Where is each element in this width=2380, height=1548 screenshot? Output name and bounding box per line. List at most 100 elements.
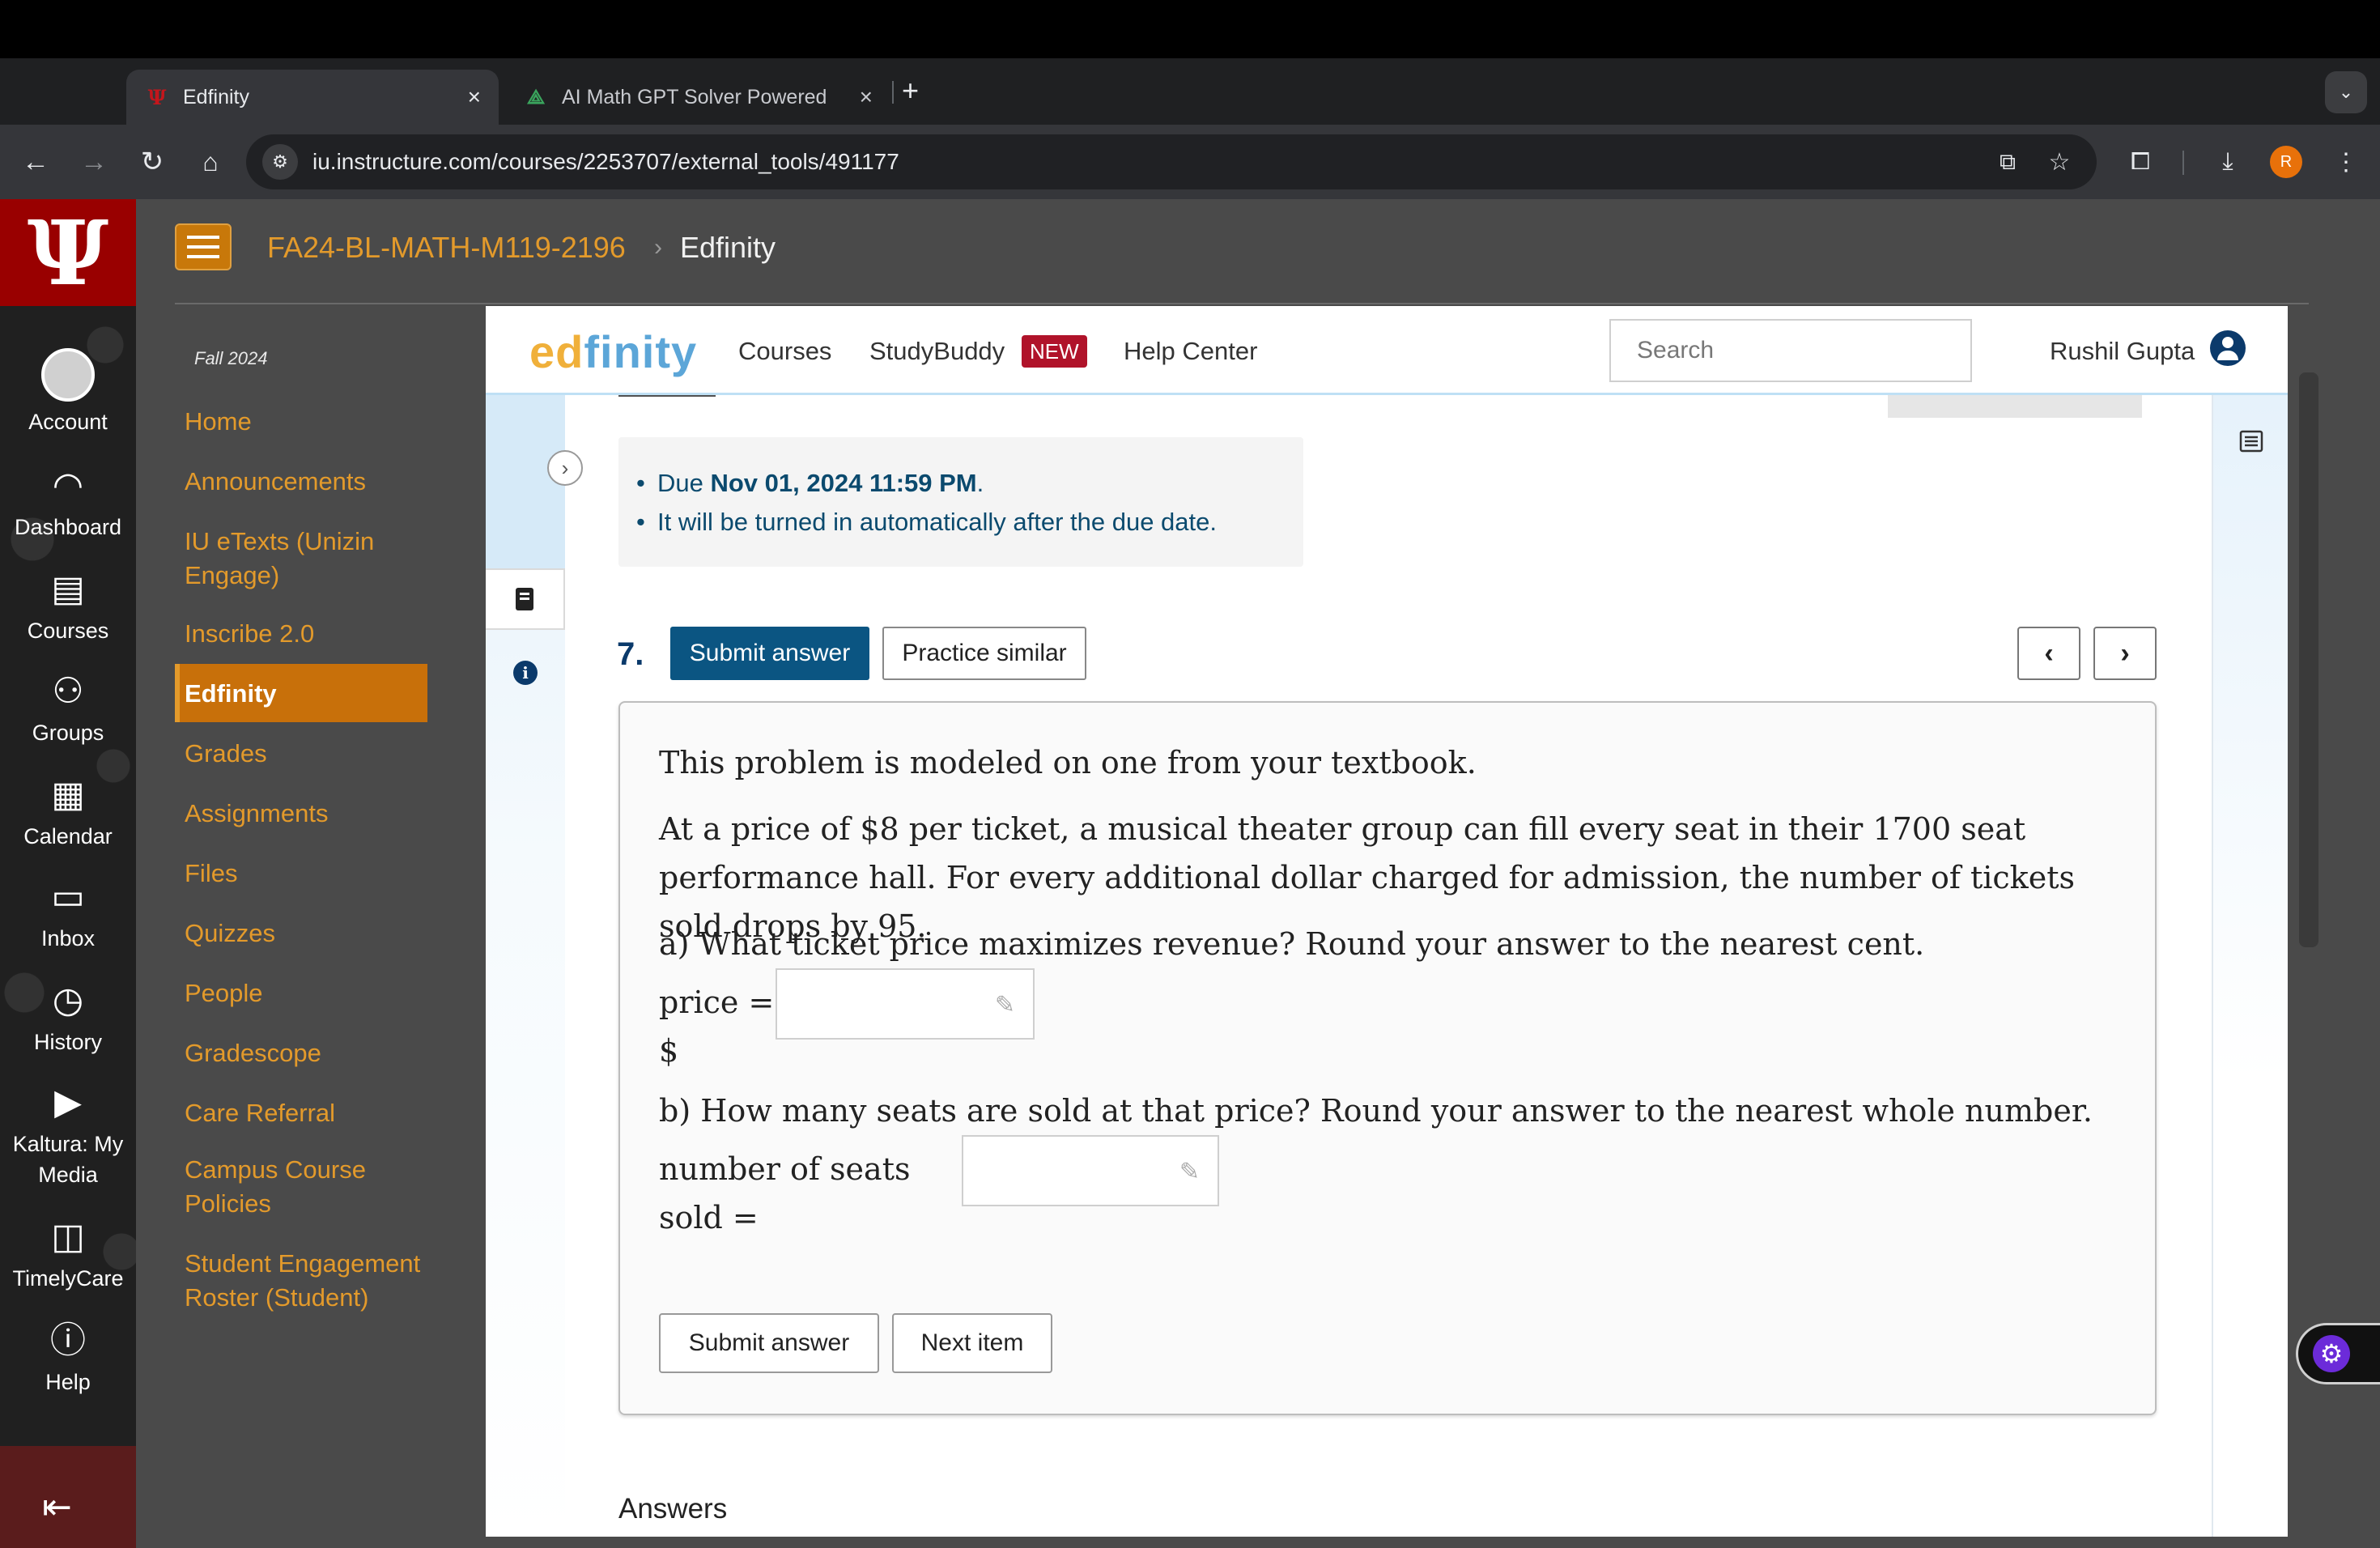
- global-nav-label: Calendar: [23, 824, 113, 848]
- course-nav-people[interactable]: People: [185, 976, 427, 1010]
- global-nav-label: Dashboard: [14, 515, 122, 539]
- course-nav-engagement-roster[interactable]: Student Engagement Roster (Student): [185, 1247, 444, 1315]
- bottom-submit-answer-button[interactable]: Submit answer: [659, 1313, 879, 1373]
- edfinity-nav-courses[interactable]: Courses: [738, 334, 831, 369]
- course-nav-quizzes[interactable]: Quizzes: [185, 916, 427, 950]
- account-icon: [41, 348, 95, 402]
- download-icon[interactable]: ⤓: [2210, 144, 2246, 180]
- close-tab-icon[interactable]: ×: [860, 84, 873, 110]
- submit-answer-button[interactable]: Submit answer: [670, 627, 869, 680]
- global-nav-dashboard[interactable]: ◠ Dashboard: [0, 463, 136, 542]
- timelycare-icon: ◫: [51, 1217, 85, 1257]
- due-date: Nov 01, 2024 11:59 PM: [710, 469, 977, 497]
- course-nav-campus-policies[interactable]: Campus Course Policies: [185, 1153, 427, 1221]
- info-icon[interactable]: i: [513, 661, 538, 685]
- global-nav-kaltura[interactable]: ▶ Kaltura: My Media: [0, 1080, 136, 1190]
- site-info-icon[interactable]: ⚙: [262, 144, 298, 180]
- global-nav-timelycare[interactable]: ◫ TimelyCare: [0, 1214, 136, 1294]
- toolbar-divider: [2182, 151, 2184, 175]
- course-nav-edfinity[interactable]: Edfinity: [185, 677, 427, 711]
- breadcrumb-page: Edfinity: [680, 231, 776, 264]
- next-item-chevron-right-icon[interactable]: ›: [2093, 627, 2157, 680]
- auto-turn-in-note: It will be turned in automatically after…: [636, 505, 1217, 539]
- iu-logo[interactable]: Ψ: [0, 199, 136, 306]
- global-nav-inbox[interactable]: ▭ Inbox: [0, 874, 136, 954]
- course-nav-etexts[interactable]: IU eTexts (Unizin Engage): [185, 525, 427, 593]
- practice-similar-button[interactable]: Practice similar: [882, 627, 1086, 680]
- global-nav-help[interactable]: ⓘ Help: [0, 1318, 136, 1397]
- tab-edfinity[interactable]: Ψ Edfinity ×: [126, 70, 499, 125]
- close-tab-icon[interactable]: ×: [468, 84, 481, 110]
- tab-search-chevron-icon[interactable]: ⌄: [2325, 71, 2367, 113]
- list-view-icon[interactable]: [2239, 429, 2263, 453]
- global-nav-label: Kaltura: My Media: [12, 1132, 124, 1187]
- problem-intro: This problem is modeled on one from your…: [659, 745, 1477, 780]
- price-answer-field[interactable]: ✎: [776, 968, 1035, 1040]
- answers-heading: Answers: [618, 1493, 728, 1525]
- book-button[interactable]: [486, 568, 565, 630]
- due-date-line: Due Nov 01, 2024 11:59 PM.: [636, 466, 984, 500]
- course-nav-gradescope[interactable]: Gradescope: [185, 1036, 427, 1070]
- global-nav-courses[interactable]: ▤ Courses: [0, 567, 136, 646]
- global-nav-label: Courses: [27, 619, 109, 643]
- page-scrollbar[interactable]: [2299, 372, 2318, 947]
- profile-avatar[interactable]: R: [2270, 146, 2302, 178]
- book-icon: [516, 588, 533, 610]
- global-nav-label: Groups: [32, 721, 104, 745]
- global-nav-groups[interactable]: ⚇ Groups: [0, 669, 136, 748]
- user-avatar-icon[interactable]: [2210, 330, 2246, 366]
- course-nav-inscribe[interactable]: Inscribe 2.0: [185, 617, 427, 651]
- back-icon[interactable]: ←: [16, 142, 55, 181]
- next-item-button[interactable]: Next item: [892, 1313, 1052, 1373]
- pencil-icon[interactable]: ✎: [1179, 1158, 1200, 1186]
- bookmark-star-icon[interactable]: ☆: [2042, 144, 2077, 180]
- part-b-label: number of seats sold =: [659, 1151, 911, 1235]
- due-info-box: [618, 437, 1303, 567]
- kaltura-icon: ▶: [54, 1082, 82, 1122]
- edfinity-logo[interactable]: edfinity: [529, 324, 697, 381]
- global-nav-label: Inbox: [40, 926, 96, 950]
- tab-title: Edfinity: [183, 85, 249, 108]
- courses-icon: ▤: [51, 569, 85, 609]
- course-nav-care-referral[interactable]: Care Referral: [185, 1096, 427, 1130]
- search-input[interactable]: Search: [1609, 319, 1972, 382]
- forward-icon[interactable]: →: [74, 142, 113, 181]
- global-nav-label: History: [33, 1030, 102, 1054]
- course-nav-files[interactable]: Files: [185, 857, 427, 891]
- tab-mathgpt[interactable]: ⟁ AI Math GPT Solver Powered ×: [510, 70, 890, 125]
- breadcrumb-separator: ›: [654, 234, 662, 261]
- browser-menu-icon[interactable]: ⋮: [2328, 144, 2364, 180]
- accessibility-widget[interactable]: ⚙: [2296, 1323, 2380, 1384]
- global-nav-label: Help: [45, 1370, 91, 1394]
- course-nav-home[interactable]: Home: [185, 405, 427, 439]
- indiana-favicon-icon: Ψ: [147, 85, 167, 109]
- url-text[interactable]: iu.instructure.com/courses/2253707/exter…: [312, 147, 899, 176]
- tab-strip: Ψ Edfinity × ⟁ AI Math GPT Solver Powere…: [0, 58, 2380, 125]
- extensions-icon[interactable]: ⧠: [2123, 144, 2158, 180]
- history-icon: ◷: [52, 980, 84, 1020]
- right-side-panel: [2212, 395, 2288, 1537]
- new-tab-icon[interactable]: +: [902, 74, 919, 107]
- global-nav-account[interactable]: Account: [0, 348, 136, 437]
- course-nav-assignments[interactable]: Assignments: [185, 797, 427, 831]
- edfinity-nav-help-center[interactable]: Help Center: [1124, 334, 1257, 369]
- global-nav-calendar[interactable]: ▦ Calendar: [0, 772, 136, 852]
- pencil-icon[interactable]: ✎: [995, 991, 1015, 1019]
- reload-icon[interactable]: ↻: [133, 142, 172, 181]
- global-nav-history[interactable]: ◷ History: [0, 978, 136, 1057]
- edfinity-nav-studybuddy[interactable]: StudyBuddy: [869, 334, 1005, 369]
- global-nav-label: Account: [28, 410, 108, 434]
- course-menu-toggle[interactable]: [175, 223, 232, 270]
- collapse-nav-icon[interactable]: ⇤: [42, 1486, 72, 1528]
- course-nav-announcements[interactable]: Announcements: [185, 465, 427, 499]
- seats-answer-field[interactable]: ✎: [962, 1135, 1219, 1206]
- expand-panel-chevron-icon[interactable]: ›: [547, 450, 583, 486]
- previous-item-chevron-left-icon[interactable]: ‹: [2017, 627, 2080, 680]
- user-name[interactable]: Rushil Gupta: [2050, 334, 2195, 369]
- home-icon[interactable]: ⌂: [191, 142, 230, 181]
- course-nav-grades[interactable]: Grades: [185, 737, 427, 771]
- part-a-question: a) What ticket price maximizes revenue? …: [659, 926, 1925, 962]
- global-nav-label: TimelyCare: [12, 1266, 124, 1291]
- breadcrumb-course[interactable]: FA24-BL-MATH-M119-2196: [267, 228, 626, 267]
- open-in-app-icon[interactable]: ⧉: [1990, 144, 2025, 180]
